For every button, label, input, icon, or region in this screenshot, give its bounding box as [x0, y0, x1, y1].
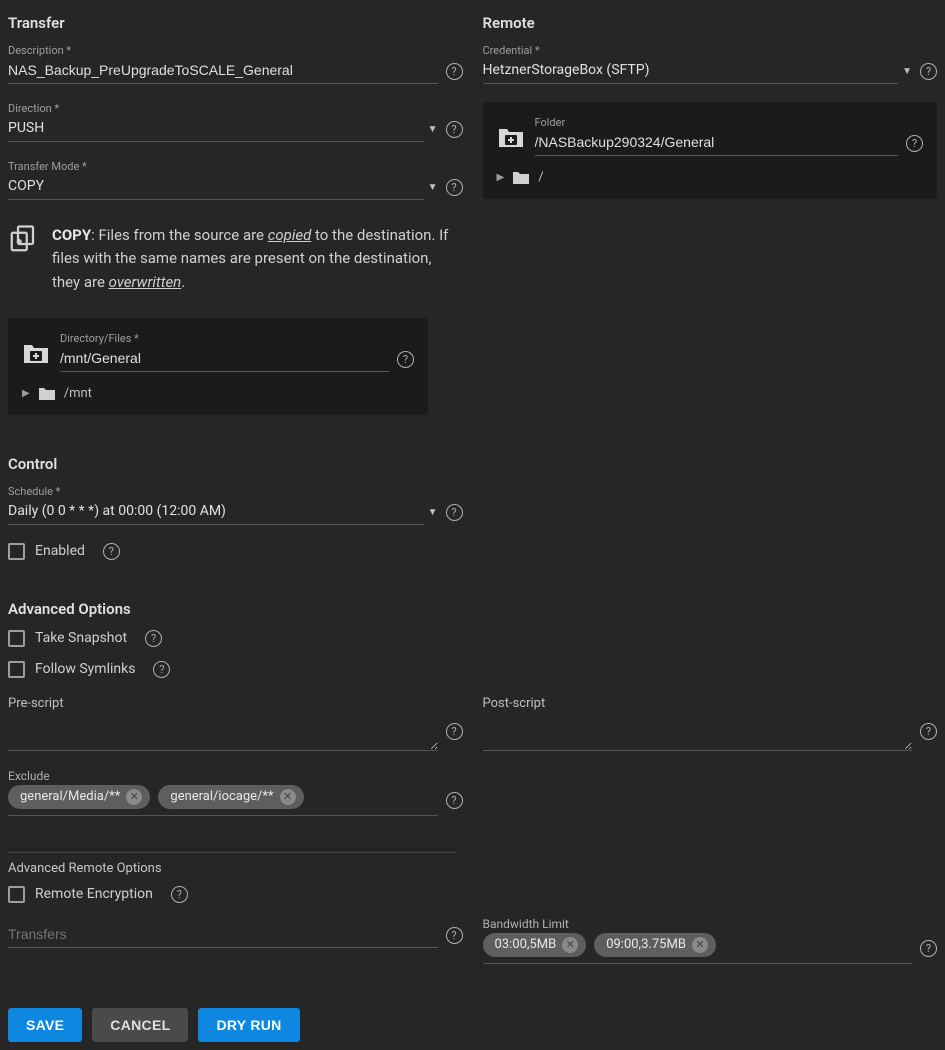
take-snapshot-label: Take Snapshot [35, 630, 127, 646]
remote-tree-row[interactable]: ▶ / [497, 170, 924, 185]
exclude-chip: general/Media/** ✕ [8, 785, 150, 809]
source-tree-root-label: /mnt [64, 386, 92, 401]
chip-remove-icon[interactable]: ✕ [562, 937, 578, 953]
bandwidth-chip: 03:00,5MB ✕ [483, 933, 587, 957]
help-icon[interactable]: ? [103, 543, 120, 560]
schedule-label: Schedule * [8, 485, 463, 498]
remote-folder-label: Folder [535, 116, 924, 129]
description-label: Description * [8, 44, 463, 57]
credential-select[interactable]: HetznerStorageBox (SFTP) [483, 59, 899, 84]
direction-select[interactable]: PUSH [8, 117, 424, 142]
info-bold: COPY [52, 226, 91, 244]
credential-label: Credential * [483, 44, 938, 57]
chip-remove-icon[interactable]: ✕ [692, 937, 708, 953]
direction-label: Direction * [8, 102, 463, 115]
exclude-chip-input[interactable]: general/Media/** ✕ general/iocage/** ✕ [8, 785, 438, 816]
help-icon[interactable]: ? [446, 179, 463, 196]
dry-run-button[interactable]: DRY RUN [198, 1008, 299, 1042]
transfer-mode-select[interactable]: COPY [8, 175, 424, 200]
pre-script-textarea[interactable] [8, 713, 438, 751]
help-icon[interactable]: ? [446, 504, 463, 521]
take-snapshot-checkbox[interactable] [8, 630, 25, 647]
advanced-remote-title: Advanced Remote Options [8, 861, 937, 876]
enabled-checkbox[interactable] [8, 543, 25, 560]
folder-icon [38, 386, 56, 401]
transfers-input[interactable] [8, 923, 438, 948]
remote-folder-input[interactable] [535, 131, 899, 156]
source-tree-row[interactable]: ▶ /mnt [22, 386, 414, 401]
help-icon[interactable]: ? [171, 886, 188, 903]
help-icon[interactable]: ? [397, 351, 414, 368]
save-button[interactable]: SAVE [8, 1008, 82, 1042]
transfer-mode-info: COPY: Files from the source are copied t… [8, 218, 463, 300]
chevron-down-icon: ▼ [428, 182, 438, 193]
chevron-down-icon: ▼ [428, 507, 438, 518]
help-icon[interactable]: ? [920, 940, 937, 957]
cancel-button[interactable]: CANCEL [92, 1008, 188, 1042]
remote-tree-root-label: / [538, 170, 543, 185]
help-icon[interactable]: ? [446, 121, 463, 138]
remote-section-title: Remote [483, 14, 938, 32]
source-directory-panel: Directory/Files * ? ▶ /mnt [8, 318, 428, 415]
description-input[interactable] [8, 59, 438, 84]
transfer-mode-label: Transfer Mode * [8, 160, 463, 173]
chevron-right-icon: ▶ [22, 388, 30, 399]
directory-files-label: Directory/Files * [60, 332, 414, 345]
folder-plus-icon[interactable] [497, 125, 523, 147]
enabled-label: Enabled [35, 543, 85, 559]
control-section-title: Control [8, 455, 937, 473]
remote-encryption-checkbox[interactable] [8, 886, 25, 903]
folder-plus-icon[interactable] [22, 341, 48, 363]
follow-symlinks-checkbox[interactable] [8, 661, 25, 678]
chevron-right-icon: ▶ [497, 172, 505, 183]
pre-script-label: Pre-script [8, 696, 463, 711]
chevron-down-icon: ▼ [902, 66, 912, 77]
bandwidth-chip-input[interactable]: 03:00,5MB ✕ 09:00,3.75MB ✕ [483, 933, 913, 964]
chip-remove-icon[interactable]: ✕ [126, 789, 142, 805]
help-icon[interactable]: ? [920, 63, 937, 80]
chip-remove-icon[interactable]: ✕ [280, 789, 296, 805]
copy-icon [8, 224, 38, 294]
help-icon[interactable]: ? [446, 723, 463, 740]
chevron-down-icon: ▼ [428, 124, 438, 135]
help-icon[interactable]: ? [446, 927, 463, 944]
follow-symlinks-label: Follow Symlinks [35, 661, 135, 677]
schedule-select[interactable]: Daily (0 0 * * *) at 00:00 (12:00 AM) [8, 500, 424, 525]
help-icon[interactable]: ? [145, 630, 162, 647]
folder-icon [512, 170, 530, 185]
bandwidth-chip: 09:00,3.75MB ✕ [594, 933, 716, 957]
remote-folder-panel: Folder ? ▶ / [483, 102, 938, 199]
post-script-textarea[interactable] [483, 713, 913, 751]
directory-files-input[interactable] [60, 347, 389, 372]
help-icon[interactable]: ? [446, 63, 463, 80]
remote-encryption-label: Remote Encryption [35, 886, 153, 902]
exclude-chip: general/iocage/** ✕ [158, 785, 303, 809]
exclude-label: Exclude [8, 769, 463, 783]
help-icon[interactable]: ? [906, 135, 923, 152]
post-script-label: Post-script [483, 696, 938, 711]
help-icon[interactable]: ? [153, 661, 170, 678]
help-icon[interactable]: ? [920, 723, 937, 740]
transfer-section-title: Transfer [8, 14, 463, 32]
advanced-section-title: Advanced Options [8, 600, 937, 618]
bandwidth-label: Bandwidth Limit [483, 917, 938, 931]
help-icon[interactable]: ? [446, 792, 463, 809]
